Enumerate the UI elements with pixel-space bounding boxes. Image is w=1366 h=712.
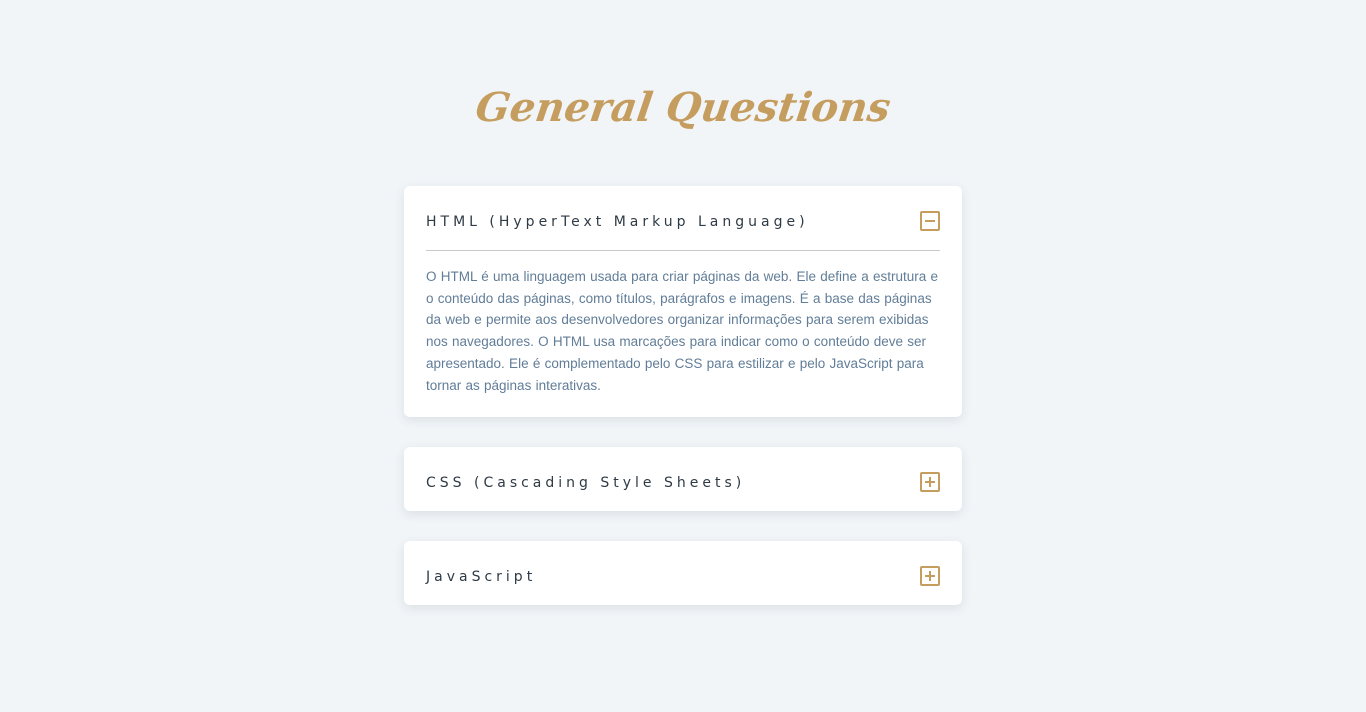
faq-header-css[interactable]: CSS (Cascading Style Sheets) xyxy=(426,447,940,511)
faq-question: JavaScript xyxy=(426,568,537,585)
plus-square-icon[interactable] xyxy=(920,471,940,492)
faq-list: HTML (HyperText Markup Language) O HTML … xyxy=(404,186,962,635)
toggle-bar-horizontal xyxy=(925,219,935,222)
faq-question: CSS (Cascading Style Sheets) xyxy=(426,474,746,491)
faq-item-css: CSS (Cascading Style Sheets) xyxy=(404,447,962,512)
faq-item-html: HTML (HyperText Markup Language) O HTML … xyxy=(404,186,962,418)
minus-square-icon[interactable] xyxy=(920,210,940,231)
faq-question: HTML (HyperText Markup Language) xyxy=(426,213,809,230)
toggle-bar-vertical xyxy=(929,570,931,581)
page-title: General Questions xyxy=(472,84,894,131)
faq-header-html[interactable]: HTML (HyperText Markup Language) xyxy=(426,186,940,251)
plus-square-icon[interactable] xyxy=(920,565,940,586)
faq-header-javascript[interactable]: JavaScript xyxy=(426,541,940,605)
faq-answer: O HTML é uma linguagem usada para criar … xyxy=(426,269,939,393)
toggle-bar-vertical xyxy=(929,476,931,487)
faq-item-javascript: JavaScript xyxy=(404,541,962,606)
